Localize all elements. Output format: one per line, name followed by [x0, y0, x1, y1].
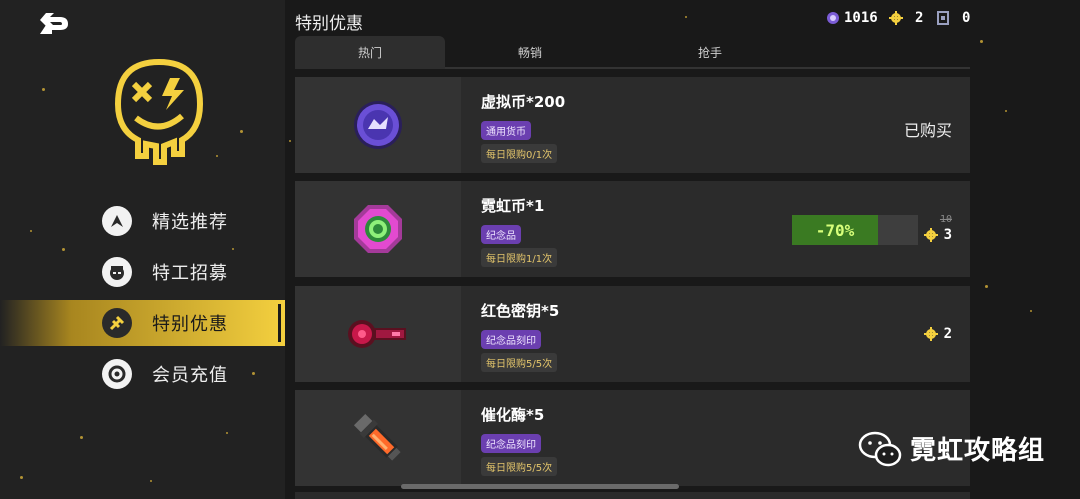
purchased-status: 已购买	[903, 121, 952, 140]
back-arrow-icon	[40, 13, 68, 34]
neon-coin-item-icon	[354, 205, 402, 253]
item-thumbnail	[295, 77, 461, 173]
page-title: 特别优惠	[295, 14, 363, 34]
gear-token-value: 2	[915, 10, 924, 26]
recharge-icon	[102, 359, 132, 389]
offer-name: 霓虹币*1	[481, 197, 545, 215]
star-decoration	[20, 476, 23, 479]
gear-token-icon	[923, 327, 938, 341]
red-key-icon	[348, 320, 406, 348]
neon-coin-value: 1016	[844, 10, 878, 26]
offer-card[interactable]: 虚拟币*200 通用货币 每日限购0/1次 已购买	[295, 77, 970, 173]
star-decoration	[985, 285, 988, 288]
agent-icon	[102, 257, 132, 287]
offer-card-next	[295, 492, 970, 499]
tab-bar: 热门 畅销 抢手	[295, 36, 970, 69]
catalyst-icon	[353, 413, 401, 461]
wechat-icon	[858, 431, 902, 466]
sidebar-item-special-offer[interactable]: 特别优惠	[0, 300, 285, 346]
price-value: 3	[943, 227, 952, 243]
purchase-limit: 每日限购1/1次	[481, 248, 558, 267]
star-decoration	[1005, 110, 1007, 112]
star-decoration	[240, 130, 243, 133]
star-decoration	[1030, 310, 1032, 312]
offer-name: 虚拟币*200	[481, 93, 566, 111]
item-thumbnail	[295, 390, 461, 486]
star-decoration	[980, 40, 983, 43]
star-decoration	[289, 140, 291, 142]
item-thumbnail	[295, 286, 461, 382]
offer-badge: 通用货币	[481, 121, 531, 140]
tab-hot[interactable]: 热门	[295, 36, 445, 69]
sidebar-item-recharge[interactable]: 会员充值	[0, 351, 285, 397]
discount-badge-tail	[878, 215, 918, 245]
tab-bestselling[interactable]: 畅销	[455, 36, 605, 69]
item-thumbnail	[295, 181, 461, 277]
purchase-limit: 每日限购5/5次	[481, 353, 558, 372]
offer-badge: 纪念品	[481, 225, 521, 244]
watermark: 霓虹攻略组	[858, 430, 1045, 467]
star-decoration	[80, 436, 83, 439]
buy-price-button[interactable]: 3	[923, 227, 952, 243]
gear-token-icon	[889, 11, 903, 25]
offer-badge: 纪念品刻印	[481, 434, 541, 453]
purchase-limit: 每日限购5/5次	[481, 457, 558, 476]
watermark-text: 霓虹攻略组	[910, 436, 1046, 466]
sidebar-item-label: 特工招募	[152, 263, 228, 284]
buy-price-button[interactable]: 2	[923, 326, 952, 342]
back-button[interactable]	[38, 12, 74, 38]
offer-badge: 纪念品刻印	[481, 330, 541, 349]
sidebar-nav: 精选推荐 特工招募 特别优惠 会员充值	[0, 198, 285, 402]
purchase-limit: 每日限购0/1次	[481, 144, 558, 163]
discount-badge: -70%	[792, 215, 878, 245]
sidebar-item-label: 精选推荐	[152, 212, 228, 233]
offer-icon	[102, 308, 132, 338]
ticket-card-icon	[936, 11, 950, 25]
virtual-coin-icon	[354, 101, 402, 149]
star-decoration	[685, 16, 687, 18]
horizontal-scrollbar[interactable]	[401, 484, 679, 489]
tab-popular[interactable]: 抢手	[635, 36, 785, 69]
price-value: 2	[943, 326, 952, 342]
gear-token-icon	[923, 228, 938, 242]
game-logo	[112, 58, 206, 166]
original-price: 10	[939, 214, 952, 225]
neon-coin-icon	[826, 11, 840, 25]
star-decoration	[216, 155, 218, 157]
star-decoration	[150, 480, 152, 482]
offer-name: 红色密钥*5	[481, 302, 560, 320]
offer-name: 催化酶*5	[481, 406, 545, 424]
neon-coin-balance: 1016	[826, 10, 878, 26]
offer-info: 红色密钥*5 纪念品刻印 每日限购5/5次	[461, 286, 970, 382]
offer-card[interactable]: 红色密钥*5 纪念品刻印 每日限购5/5次 2	[295, 286, 970, 382]
offer-info: 虚拟币*200 通用货币 每日限购0/1次 已购买	[461, 77, 970, 173]
star-decoration	[226, 432, 228, 434]
sidebar-item-label: 会员充值	[152, 365, 228, 386]
gear-token-balance: 2	[889, 10, 923, 26]
offer-card[interactable]: 霓虹币*1 纪念品 每日限购1/1次 -70% 10 3	[295, 181, 970, 277]
sidebar-item-recruit[interactable]: 特工招募	[0, 249, 285, 295]
sidebar-item-label: 特别优惠	[152, 314, 228, 335]
sidebar-item-recommend[interactable]: 精选推荐	[0, 198, 285, 244]
recommend-icon	[102, 206, 132, 236]
star-decoration	[42, 88, 45, 91]
ticket-card-value: 0	[962, 10, 971, 26]
ticket-card-balance: 0	[936, 10, 970, 26]
